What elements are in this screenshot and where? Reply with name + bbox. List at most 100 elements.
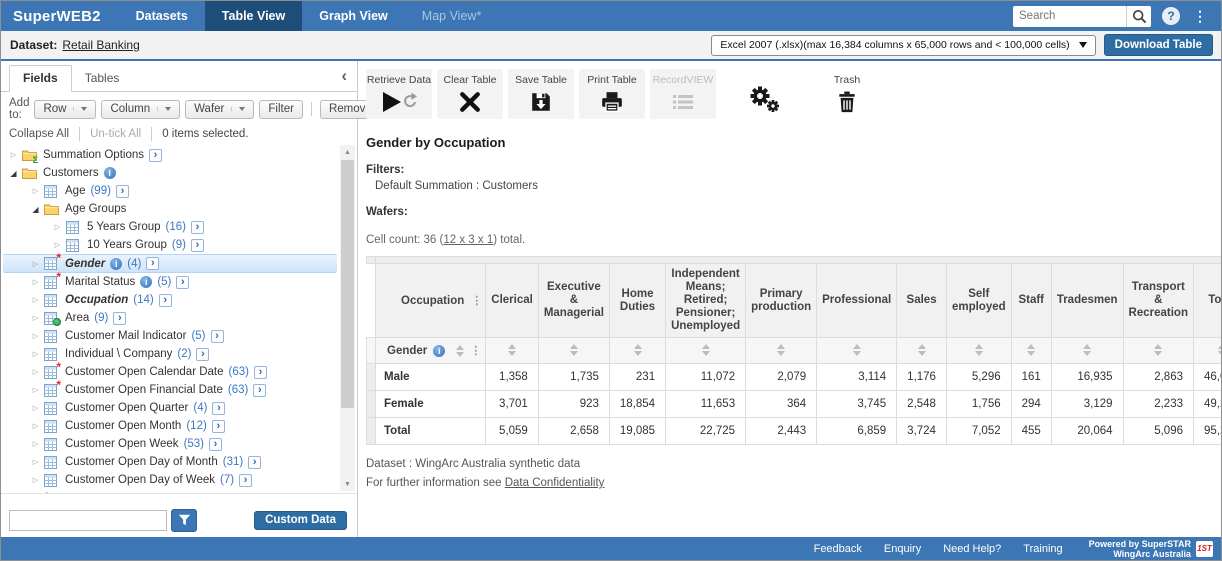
print-table-button[interactable]: Print Table xyxy=(579,69,645,119)
expand-node-icon[interactable]: ▷ xyxy=(29,187,42,195)
nav-tab-map-view[interactable]: Map View* xyxy=(405,1,499,31)
expand-node-icon[interactable]: ▷ xyxy=(51,223,64,231)
export-format-select[interactable]: Excel 2007 (.xlsx)(max 16,384 columns x … xyxy=(711,35,1095,56)
scroll-down-icon[interactable]: ▼ xyxy=(340,477,355,491)
tree-item-age-groups[interactable]: ◢Age Groups xyxy=(3,200,337,218)
open-field-arrow-icon[interactable]: › xyxy=(254,366,267,379)
nav-tab-datasets[interactable]: Datasets xyxy=(119,1,205,31)
sort-toggle-icon[interactable] xyxy=(975,344,983,356)
clear-table-button[interactable]: Clear Table xyxy=(437,69,503,119)
column-menu-icon[interactable]: ⋮ xyxy=(471,294,482,307)
row-dimension-header[interactable]: Genderi⋮ xyxy=(376,338,486,364)
search-input[interactable] xyxy=(1013,10,1126,22)
tab-tables[interactable]: Tables xyxy=(72,66,133,91)
tree-item-individual-company[interactable]: ▷Individual \ Company(2)› xyxy=(3,345,337,363)
expand-node-icon[interactable]: ▷ xyxy=(29,350,42,358)
nav-tab-table-view[interactable]: Table View xyxy=(205,1,302,31)
column-header-tradesmen[interactable]: Tradesmen xyxy=(1051,264,1123,338)
column-header-independent-means-retired-pensioner-unemployed[interactable]: Independent Means; Retired; Pensioner; U… xyxy=(666,264,746,338)
expand-node-icon[interactable]: ▷ xyxy=(7,151,20,159)
expand-node-icon[interactable]: ▷ xyxy=(29,404,42,412)
column-header-sales[interactable]: Sales xyxy=(897,264,947,338)
column-dimension-header[interactable]: Occupation⋮ xyxy=(376,264,486,338)
expand-node-icon[interactable]: ▷ xyxy=(29,476,42,484)
open-field-arrow-icon[interactable]: › xyxy=(253,384,266,397)
tree-item-customer-mail-indicator[interactable]: ▷Customer Mail Indicator(5)› xyxy=(3,327,337,345)
sort-toggle-icon[interactable] xyxy=(918,344,926,356)
sort-toggle-icon[interactable] xyxy=(1218,344,1221,356)
open-field-arrow-icon[interactable]: › xyxy=(159,294,172,307)
open-field-arrow-icon[interactable]: › xyxy=(211,330,224,343)
tree-item-accounts[interactable]: ◢Accounts xyxy=(3,489,337,493)
open-field-arrow-icon[interactable]: › xyxy=(116,185,129,198)
tree-item-customer-open-month[interactable]: ▷Customer Open Month(12)› xyxy=(3,417,337,435)
overflow-menu-icon[interactable]: ⋮ xyxy=(1191,8,1209,25)
footer-link-feedback[interactable]: Feedback xyxy=(814,543,862,555)
tree-item-customer-open-calendar-date[interactable]: ▷*Customer Open Calendar Date(63)› xyxy=(3,363,337,381)
custom-data-button[interactable]: Custom Data xyxy=(254,511,347,530)
help-icon[interactable]: ? xyxy=(1162,7,1180,25)
expand-node-icon[interactable]: ▷ xyxy=(29,314,42,322)
tab-fields[interactable]: Fields xyxy=(9,65,72,92)
sort-toggle-icon[interactable] xyxy=(508,344,516,356)
sort-toggle-icon[interactable] xyxy=(1027,344,1035,356)
open-field-arrow-icon[interactable]: › xyxy=(212,402,225,415)
expand-node-icon[interactable]: ▷ xyxy=(51,241,64,249)
add-to-wafer-button[interactable]: Wafer xyxy=(185,100,254,119)
collapse-node-icon[interactable]: ◢ xyxy=(7,169,20,178)
open-field-arrow-icon[interactable]: › xyxy=(248,456,261,469)
open-field-arrow-icon[interactable]: › xyxy=(176,276,189,289)
add-to-row-button[interactable]: Row xyxy=(34,100,96,119)
add-to-column-button[interactable]: Column xyxy=(101,100,180,119)
info-icon[interactable]: i xyxy=(110,258,122,270)
column-header-executive-managerial[interactable]: Executive & Managerial xyxy=(538,264,609,338)
scroll-up-icon[interactable]: ▲ xyxy=(340,145,355,159)
info-icon[interactable]: i xyxy=(140,276,152,288)
tree-item-5-years-group[interactable]: ▷5 Years Group(16)› xyxy=(3,218,337,236)
collapse-sidebar-icon[interactable]: ‹ xyxy=(341,66,347,86)
tree-scrollbar[interactable]: ▲ ▼ xyxy=(340,145,355,491)
expand-node-icon[interactable]: ▷ xyxy=(29,386,42,394)
field-filter-input[interactable] xyxy=(9,510,167,531)
open-field-arrow-icon[interactable]: › xyxy=(149,149,162,162)
column-header-transport-recreation[interactable]: Transport & Recreation xyxy=(1123,264,1193,338)
column-header-staff[interactable]: Staff xyxy=(1011,264,1051,338)
tree-item-summation-options[interactable]: ▷ΣSummation Options› xyxy=(3,146,337,164)
search-icon[interactable] xyxy=(1126,6,1151,27)
open-field-arrow-icon[interactable]: › xyxy=(196,348,209,361)
retrieve-data-button[interactable]: Retrieve Data xyxy=(366,69,432,119)
expand-node-icon[interactable]: ▷ xyxy=(29,278,42,286)
expand-node-icon[interactable]: ▷ xyxy=(29,368,42,376)
open-field-arrow-icon[interactable]: › xyxy=(191,221,204,234)
sort-toggle-icon[interactable] xyxy=(853,344,861,356)
filter-funnel-icon[interactable] xyxy=(171,509,197,532)
expand-node-icon[interactable]: ▷ xyxy=(29,440,42,448)
tree-item-area[interactable]: ▷Area(9)› xyxy=(3,309,337,327)
open-field-arrow-icon[interactable]: › xyxy=(146,257,159,270)
footer-link-enquiry[interactable]: Enquiry xyxy=(884,543,921,555)
expand-node-icon[interactable]: ▷ xyxy=(29,260,42,268)
open-field-arrow-icon[interactable]: › xyxy=(239,474,252,487)
download-table-button[interactable]: Download Table xyxy=(1104,34,1213,56)
footer-link-training[interactable]: Training xyxy=(1023,543,1062,555)
expand-node-icon[interactable]: ▷ xyxy=(29,458,42,466)
tree-item-gender[interactable]: ▷*Genderi(4)› xyxy=(3,254,337,273)
column-header-home-duties[interactable]: Home Duties xyxy=(609,264,665,338)
tree-item-customer-open-day-of-month[interactable]: ▷Customer Open Day of Month(31)› xyxy=(3,453,337,471)
untick-all-link[interactable]: Un-tick All xyxy=(90,128,141,140)
expand-node-icon[interactable]: ▷ xyxy=(29,422,42,430)
chevron-down-icon[interactable] xyxy=(157,107,171,111)
tree-item-customer-open-week[interactable]: ▷Customer Open Week(53)› xyxy=(3,435,337,453)
dataset-link[interactable]: Retail Banking xyxy=(62,38,139,52)
column-header-professional[interactable]: Professional xyxy=(817,264,897,338)
nav-tab-graph-view[interactable]: Graph View xyxy=(302,1,405,31)
gears-button[interactable] xyxy=(737,69,791,119)
expand-node-icon[interactable]: ▷ xyxy=(29,296,42,304)
tree-item-customer-open-financial-date[interactable]: ▷*Customer Open Financial Date(63)› xyxy=(3,381,337,399)
tree-item-customers[interactable]: ◢Customersi xyxy=(3,164,337,182)
sort-toggle-icon[interactable] xyxy=(1083,344,1091,356)
column-header-total[interactable]: Total xyxy=(1193,264,1221,338)
column-header-primary-production[interactable]: Primary production xyxy=(746,264,817,338)
sort-toggle-icon[interactable] xyxy=(702,344,710,356)
data-confidentiality-link[interactable]: Data Confidentiality xyxy=(505,477,605,489)
